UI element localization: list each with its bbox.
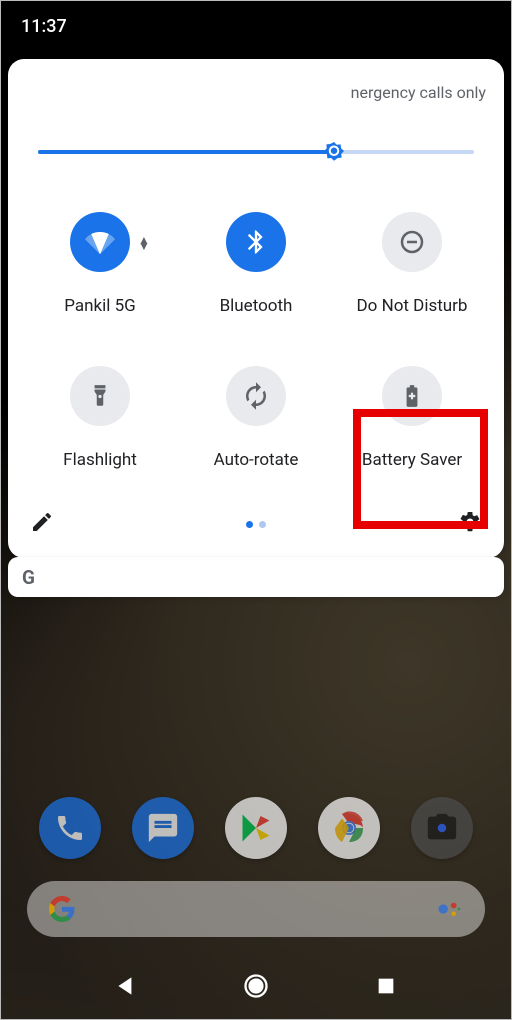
app-phone[interactable]: [39, 797, 101, 859]
brightness-icon: [319, 137, 349, 167]
brightness-thumb[interactable]: [319, 137, 349, 167]
back-icon: [113, 973, 139, 999]
app-camera[interactable]: [411, 797, 473, 859]
qs-tile-wifi[interactable]: ▲▼ Pankil 5G: [22, 212, 178, 316]
tile-label: Bluetooth: [220, 296, 293, 316]
back-button[interactable]: [111, 971, 141, 1001]
app-play[interactable]: [225, 797, 287, 859]
status-time: 11:37: [21, 16, 67, 37]
google-icon: G: [22, 566, 35, 589]
gear-icon: [458, 510, 482, 534]
page-dot[interactable]: [246, 521, 253, 528]
battery-icon: [382, 366, 442, 426]
quick-settings-footer: [22, 500, 490, 538]
tile-label: Do Not Disturb: [357, 296, 468, 316]
bluetooth-icon: [226, 212, 286, 272]
pencil-icon: [30, 510, 54, 534]
brightness-track: [38, 150, 474, 154]
flashlight-icon: [70, 366, 130, 426]
quick-settings-grid: ▲▼ Pankil 5G Bluetooth Do Not Disturb Flashl…: [22, 212, 490, 470]
tile-label: Pankil 5G: [64, 296, 136, 316]
assistant-icon: [435, 895, 463, 923]
settings-button[interactable]: [458, 510, 482, 538]
tile-label: Battery Saver: [362, 450, 462, 470]
quick-settings-panel: nergency calls only ▲▼ Pankil 5G Bluetooth…: [8, 59, 504, 558]
navigation-bar: [1, 953, 511, 1019]
dock: [1, 797, 511, 859]
page-indicator: [246, 521, 266, 528]
search-bar[interactable]: [27, 881, 485, 937]
qs-tile-bluetooth[interactable]: Bluetooth: [178, 212, 334, 316]
qs-tile-battery[interactable]: Battery Saver: [334, 366, 490, 470]
brightness-fill: [38, 150, 334, 154]
home-button[interactable]: [241, 971, 271, 1001]
wifi-icon: [70, 212, 130, 272]
app-chrome[interactable]: [318, 797, 380, 859]
tile-label: Flashlight: [63, 450, 137, 470]
brightness-slider[interactable]: [38, 132, 474, 172]
qs-tile-flashlight[interactable]: Flashlight: [22, 366, 178, 470]
recent-icon: [375, 975, 397, 997]
app-messages[interactable]: [132, 797, 194, 859]
tile-label: Auto-rotate: [214, 450, 299, 470]
home-icon: [242, 972, 270, 1000]
expand-indicator[interactable]: ▲▼: [138, 234, 150, 250]
dnd-icon: [382, 212, 442, 272]
notification-card[interactable]: G: [8, 557, 504, 597]
edit-button[interactable]: [30, 510, 54, 538]
network-status-text: nergency calls only: [22, 83, 490, 132]
page-dot[interactable]: [259, 521, 266, 528]
google-logo-icon: [49, 896, 75, 922]
qs-tile-rotate[interactable]: Auto-rotate: [178, 366, 334, 470]
recent-button[interactable]: [371, 971, 401, 1001]
rotate-icon: [226, 366, 286, 426]
status-bar: 11:37: [1, 1, 511, 51]
qs-tile-dnd[interactable]: Do Not Disturb: [334, 212, 490, 316]
